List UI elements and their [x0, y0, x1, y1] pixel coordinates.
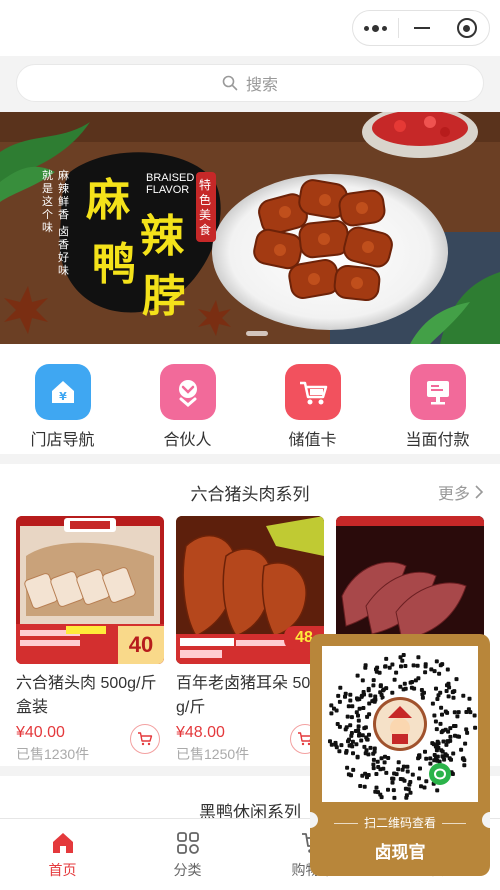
partner-badge-icon — [159, 364, 216, 420]
quick-link-label: 合伙人 — [163, 432, 212, 449]
qr-code-graphic — [322, 646, 478, 802]
more-options-button[interactable] — [353, 11, 398, 45]
add-to-cart-button[interactable] — [130, 724, 160, 754]
product-card[interactable]: 48 百年老卤猪耳朵 500g/斤 ¥48.00 已售1250件 — [176, 516, 324, 766]
tab-label: 首页 — [48, 861, 77, 878]
banner-artwork — [0, 112, 500, 344]
promo-banner[interactable]: 麻 鸭 辣 脖 BRAISED FLAVOR 就是这个味 麻辣鲜香 卤香好味 特… — [0, 112, 500, 344]
quick-link-stored-card[interactable]: 储值卡 — [263, 364, 363, 450]
minimize-button[interactable] — [399, 11, 444, 45]
close-target-icon — [456, 18, 477, 38]
product-image[interactable]: 48 — [176, 516, 324, 664]
tab-label: 分类 — [173, 861, 202, 878]
price-tag-value: 40 — [128, 632, 154, 657]
more-link[interactable]: 更多 — [438, 480, 484, 504]
quick-link-label: 储值卡 — [288, 432, 337, 449]
quick-link-store-nav[interactable]: ¥ 门店导航 — [13, 364, 113, 450]
category-grid-icon — [176, 831, 199, 854]
miniprogram-capsule — [352, 10, 490, 46]
more-label: 更多 — [437, 486, 470, 503]
search-area: 搜索 — [0, 56, 500, 112]
qr-hint-text: 扫二维码查看 — [363, 816, 436, 830]
cart-icon — [138, 732, 153, 746]
search-input[interactable]: 搜索 — [16, 64, 484, 102]
banner-title-char-1: 麻 — [86, 175, 130, 226]
banner-indicator — [246, 331, 268, 336]
banner-side-col3: 卤香好味 — [58, 226, 69, 277]
banner-side-col2: 麻辣鲜香 — [58, 170, 69, 221]
home-icon — [52, 832, 73, 853]
store-location-icon: ¥ — [34, 364, 91, 420]
section-title: 六合猪头肉系列 — [190, 485, 310, 504]
tab-category[interactable]: 分类 — [125, 819, 250, 890]
tab-home[interactable]: 首页 — [0, 819, 125, 890]
search-icon — [222, 75, 238, 91]
banner-title-char-2: 鸭 — [92, 239, 136, 290]
quick-link-partner[interactable]: 合伙人 — [138, 364, 238, 450]
product-name[interactable]: 百年老卤猪耳朵 500g/斤 — [176, 672, 324, 720]
svg-text:¥: ¥ — [59, 390, 67, 403]
banner-title-char-3: 辣 — [140, 211, 184, 262]
banner-en-line1: BRAISED — [146, 172, 195, 184]
product-name[interactable]: 六合猪头肉 500g/斤 盒装 — [16, 672, 164, 720]
qr-hint: 扫二维码查看 — [310, 814, 490, 831]
quick-link-label: 门店导航 — [30, 432, 95, 449]
product-image[interactable]: 40 — [16, 516, 164, 664]
quick-links: ¥ 门店导航 合伙人 储值卡 当面付款 — [0, 344, 500, 454]
product-card[interactable]: 40 六合猪头肉 500g/斤 盒装 ¥40.00 已售1230件 — [16, 516, 164, 766]
search-placeholder: 搜索 — [245, 77, 278, 94]
banner-title-char-4: 脖 — [142, 271, 186, 322]
stored-value-cart-icon — [284, 364, 341, 420]
banner-badge: 特色美食 — [199, 178, 212, 237]
minimize-icon — [413, 27, 430, 29]
qr-code-popup[interactable]: 扫二维码查看 卤现官 — [310, 634, 490, 876]
pay-terminal-icon — [409, 364, 466, 420]
qr-code-image[interactable] — [322, 646, 478, 802]
top-bar — [0, 0, 500, 56]
quick-link-label: 当面付款 — [405, 432, 470, 449]
banner-en-text: BRAISED FLAVOR — [146, 172, 194, 196]
banner-side-col1: 就是这个味 — [42, 170, 53, 234]
price-tag: 40 — [118, 626, 164, 664]
qr-brand-name: 卤现官 — [374, 843, 426, 862]
more-dots-icon — [364, 24, 387, 32]
quick-link-pay[interactable]: 当面付款 — [388, 364, 488, 450]
close-miniprogram-button[interactable] — [444, 11, 489, 45]
banner-en-line2: FLAVOR — [146, 184, 190, 196]
chevron-right-icon — [475, 485, 484, 499]
